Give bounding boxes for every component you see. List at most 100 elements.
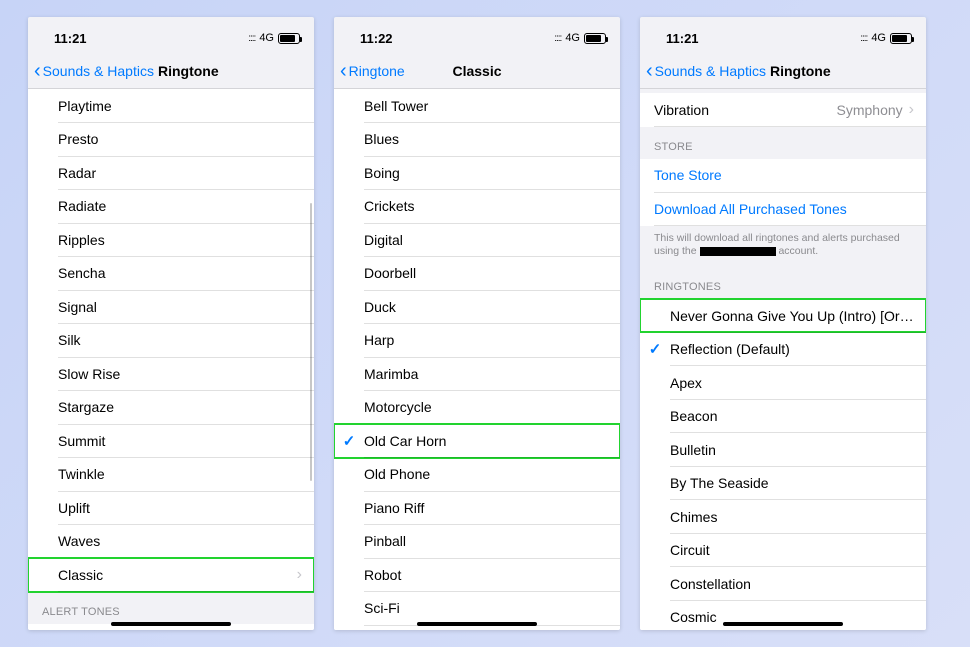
list-item[interactable]: Pinball [334, 525, 620, 559]
list-item[interactable]: Boing [334, 156, 620, 190]
status-right: :::: 4G [516, 32, 606, 44]
list-item[interactable]: Blues [334, 123, 620, 157]
home-indicator[interactable] [417, 622, 537, 626]
list-item[interactable]: Sci-Fi [334, 592, 620, 626]
list-item[interactable]: Constellation [640, 567, 926, 601]
nav-bar: ‹ Ringtone Classic [334, 53, 620, 89]
ringtones-list: Never Gonna Give You Up (Intro) [Origi… … [640, 299, 926, 630]
scrollbar-icon [310, 203, 312, 481]
network-label: 4G [871, 32, 886, 44]
list-item[interactable]: Doorbell [334, 257, 620, 291]
status-bar: 11:21 :::: 4G [28, 17, 314, 53]
back-button[interactable]: ‹ Sounds & Haptics [28, 61, 154, 81]
download-purchased-link[interactable]: Download All Purchased Tones [640, 192, 926, 226]
scroll-area[interactable]: Playtime Presto Radar Radiate Ripples Se… [28, 89, 314, 630]
back-label: Ringtone [349, 63, 405, 79]
page-title: Classic [452, 63, 501, 79]
list-item[interactable]: Stargaze [28, 391, 314, 425]
chevron-left-icon: ‹ [340, 61, 347, 81]
cellular-icon: :::: [860, 33, 867, 44]
page-title: Ringtone [158, 63, 219, 79]
list-item[interactable]: Beacon [640, 399, 926, 433]
list-item[interactable]: Sencha [28, 257, 314, 291]
list-item[interactable]: Robot [334, 558, 620, 592]
vibration-value: Symphony [837, 102, 903, 118]
store-footer-note: This will download all ringtones and ale… [640, 226, 926, 267]
status-right: :::: 4G [822, 32, 912, 44]
chevron-right-icon: › [297, 566, 302, 584]
checkmark-icon: ✓ [640, 340, 670, 358]
redacted-account [700, 247, 776, 256]
battery-icon [278, 33, 300, 44]
clock: 11:21 [654, 31, 714, 46]
classic-row[interactable]: Classic › [28, 558, 314, 592]
list-item[interactable]: Digital [334, 223, 620, 257]
home-indicator[interactable] [723, 622, 843, 626]
list-item[interactable]: Radar [28, 156, 314, 190]
scroll-area[interactable]: Bell Tower Blues Boing Crickets Digital … [334, 89, 620, 630]
list-item[interactable]: Twinkle [28, 458, 314, 492]
store-group: Tone Store Download All Purchased Tones [640, 159, 926, 226]
nav-bar: ‹ Sounds & Haptics Ringtone [640, 53, 926, 89]
list-item[interactable]: Duck [334, 290, 620, 324]
phone-ringtone-top: 11:21 :::: 4G ‹ Sounds & Haptics Rington… [640, 17, 926, 630]
back-label: Sounds & Haptics [655, 63, 766, 79]
list-item[interactable]: Old Phone [334, 458, 620, 492]
list-item[interactable]: Ripples [28, 223, 314, 257]
clock: 11:22 [348, 31, 408, 46]
list-item-selected[interactable]: ✓ Reflection (Default) [640, 332, 926, 366]
phone-classic: 11:22 :::: 4G ‹ Ringtone Classic Bell To… [334, 17, 620, 630]
battery-icon [584, 33, 606, 44]
list-item[interactable]: Summit [28, 424, 314, 458]
clock: 11:21 [42, 31, 102, 46]
back-button[interactable]: ‹ Sounds & Haptics [640, 61, 766, 81]
purchased-ringtone-label: Never Gonna Give You Up (Intro) [Origi… [670, 308, 914, 324]
list-item[interactable]: Silk [28, 324, 314, 358]
list-item[interactable]: Bell Tower [334, 89, 620, 123]
back-label: Sounds & Haptics [43, 63, 154, 79]
vibration-group: Vibration Symphony › [640, 93, 926, 127]
list-item[interactable]: Signal [28, 290, 314, 324]
purchased-ringtone-row[interactable]: Never Gonna Give You Up (Intro) [Origi… [640, 299, 926, 333]
chevron-right-icon: › [909, 101, 914, 119]
list-item[interactable]: Waves [28, 525, 314, 559]
list-item[interactable]: Marimba [334, 357, 620, 391]
list-item[interactable]: Slow Rise [28, 357, 314, 391]
phone-ringtone-scrolled: 11:21 :::: 4G ‹ Sounds & Haptics Rington… [28, 17, 314, 630]
network-label: 4G [259, 32, 274, 44]
checkmark-icon: ✓ [334, 432, 364, 450]
classic-list: Bell Tower Blues Boing Crickets Digital … [334, 89, 620, 630]
vibration-label: Vibration [654, 102, 837, 118]
list-item[interactable]: Uplift [28, 491, 314, 525]
tone-store-link[interactable]: Tone Store [640, 159, 926, 193]
list-item[interactable]: Apex [640, 366, 926, 400]
vibration-row[interactable]: Vibration Symphony › [640, 93, 926, 127]
list-item[interactable]: Bulletin [640, 433, 926, 467]
list-item[interactable]: Harp [334, 324, 620, 358]
store-header: STORE [640, 127, 926, 159]
scroll-area[interactable]: Vibration Symphony › STORE Tone Store Do… [640, 89, 926, 630]
cellular-icon: :::: [554, 33, 561, 44]
list-item[interactable]: Radiate [28, 190, 314, 224]
list-item-selected[interactable]: ✓ Old Car Horn [334, 424, 620, 458]
list-item[interactable]: Presto [28, 123, 314, 157]
status-right: :::: 4G [210, 32, 300, 44]
list-item[interactable]: Playtime [28, 89, 314, 123]
alert-tones-header: ALERT TONES [28, 592, 314, 624]
back-button[interactable]: ‹ Ringtone [334, 61, 405, 81]
ringtone-list: Playtime Presto Radar Radiate Ripples Se… [28, 89, 314, 592]
home-indicator[interactable] [111, 622, 231, 626]
chevron-left-icon: ‹ [34, 61, 41, 81]
list-item[interactable]: By The Seaside [640, 466, 926, 500]
list-item[interactable]: Piano Riff [334, 491, 620, 525]
status-bar: 11:22 :::: 4G [334, 17, 620, 53]
status-bar: 11:21 :::: 4G [640, 17, 926, 53]
list-item[interactable]: Crickets [334, 190, 620, 224]
page-title: Ringtone [770, 63, 831, 79]
nav-bar: ‹ Sounds & Haptics Ringtone [28, 53, 314, 89]
list-item[interactable]: Circuit [640, 533, 926, 567]
list-item[interactable]: Chimes [640, 500, 926, 534]
list-item[interactable]: Motorcycle [334, 391, 620, 425]
chevron-left-icon: ‹ [646, 61, 653, 81]
classic-label: Classic [58, 567, 297, 583]
